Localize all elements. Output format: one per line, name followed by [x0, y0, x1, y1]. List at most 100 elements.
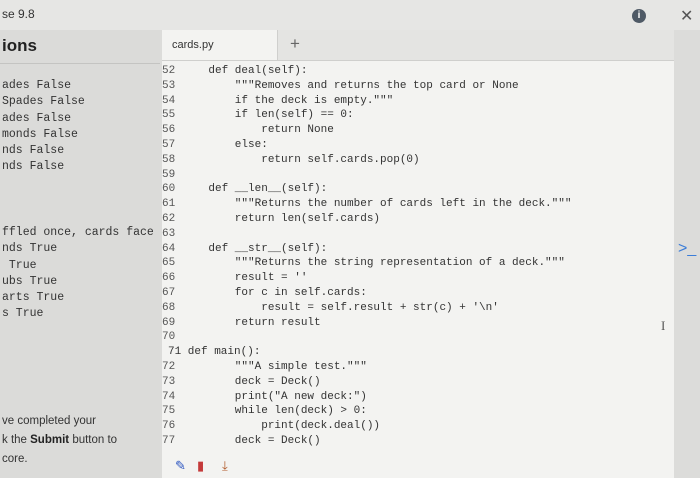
line-number: 61 — [162, 198, 176, 211]
instructions-text: button to — [69, 434, 118, 446]
list-item: Spades False — [2, 95, 85, 109]
line-text: deck = Deck() — [182, 375, 321, 388]
line-number: 69 — [162, 316, 176, 329]
line-number: 64 — [162, 242, 176, 255]
code-line[interactable]: 64 def __str__(self): — [162, 242, 327, 257]
line-text: def deal(self): — [182, 65, 308, 77]
code-line[interactable]: 77 deck = Deck() — [162, 434, 321, 449]
list-item: nds False — [2, 144, 65, 158]
line-number: 54 — [162, 94, 176, 107]
editor-toolbar — [162, 450, 674, 478]
code-line[interactable]: 76 print(deck.deal()) — [162, 419, 380, 434]
line-text: if len(self) == 0: — [182, 109, 354, 122]
download-icon[interactable]: ⤓ — [222, 458, 228, 474]
list-item: ffled once, cards face — [2, 226, 154, 239]
code-line[interactable]: 56 return None — [162, 123, 334, 138]
instructions-panel: ions ades False Spades False ades False … — [0, 30, 160, 478]
submit-instructions: ve completed your k the Submit button to… — [2, 412, 117, 469]
list-item: monds False — [2, 127, 78, 141]
code-line[interactable]: 61 """Returns the number of cards left i… — [162, 197, 571, 212]
line-number: 53 — [162, 79, 176, 92]
code-line[interactable]: 69 return result — [162, 316, 321, 331]
code-line[interactable]: 74 print("A new deck:") — [162, 390, 367, 405]
pencil-icon[interactable]: ✎ — [175, 458, 186, 474]
line-number: 62 — [162, 212, 176, 225]
line-number: 73 — [162, 375, 176, 388]
line-text: print(deck.deal()) — [182, 420, 381, 433]
line-number: 52 — [162, 65, 176, 77]
info-icon[interactable]: i — [632, 9, 646, 23]
tab-cards-py[interactable]: cards.py — [162, 30, 278, 60]
code-line[interactable]: 54 if the deck is empty.""" — [162, 94, 393, 109]
code-line[interactable]: 67 for c in self.cards: — [162, 286, 367, 301]
code-line[interactable]: 65 """Returns the string representation … — [162, 256, 565, 271]
top-bar: se 9.8 i ✕ — [0, 0, 700, 30]
list-item: ades False — [2, 111, 72, 125]
line-text: result = self.result + str(c) + '\n' — [182, 301, 499, 314]
output-list-1: ades False Spades False ades False monds… — [2, 78, 85, 176]
text-cursor-icon: I — [661, 318, 666, 333]
instructions-text: k the — [2, 434, 31, 446]
line-number: 77 — [162, 434, 176, 447]
close-icon[interactable]: ✕ — [680, 6, 693, 26]
line-text: def __str__(self): — [182, 242, 328, 255]
code-line[interactable]: 72 """A simple test.""" — [162, 360, 367, 375]
window-title: se 9.8 — [2, 7, 35, 21]
submit-keyword: Submit — [30, 434, 70, 446]
code-line[interactable]: 52 def deal(self): — [162, 64, 307, 79]
code-line[interactable]: 55 if len(self) == 0: — [162, 108, 354, 123]
line-text: return self.cards.pop(0) — [182, 153, 420, 166]
line-text: """Returns the string representation of … — [182, 257, 565, 270]
code-line[interactable]: 70 — [162, 330, 184, 345]
code-line[interactable]: 59 — [162, 168, 184, 183]
code-line[interactable]: 73 deck = Deck() — [162, 375, 321, 390]
panel-divider — [0, 63, 160, 64]
code-line[interactable]: 68 result = self.result + str(c) + '\n' — [162, 301, 499, 316]
code-lines[interactable]: 52 def deal(self): 53 """Removes and retu… — [162, 64, 571, 449]
line-text: result = '' — [182, 272, 308, 285]
list-item: s True — [2, 307, 44, 321]
line-number: 63 — [162, 227, 176, 240]
instructions-line: k the Submit button to — [2, 431, 117, 450]
code-line[interactable]: 57 else: — [162, 138, 268, 153]
line-text: """Returns the number of cards left in t… — [182, 198, 572, 211]
add-tab-button[interactable]: + — [290, 34, 300, 54]
terminal-expand-button[interactable]: >_ — [678, 240, 696, 258]
line-number: 58 — [162, 153, 176, 166]
line-text: if the deck is empty.""" — [182, 94, 394, 107]
line-number: 66 — [162, 272, 176, 285]
code-editor[interactable]: cards.py + 52 def deal(self): 53 """Remov… — [162, 30, 674, 478]
list-item: True — [2, 258, 37, 272]
line-text: """A simple test.""" — [182, 360, 367, 373]
trash-icon[interactable]: ▮ — [197, 458, 204, 474]
line-number: 75 — [162, 405, 176, 418]
instructions-line: ve completed your — [2, 415, 96, 427]
code-line[interactable]: 60 def __len__(self): — [162, 182, 327, 197]
line-number: 70 — [162, 331, 176, 344]
code-line[interactable]: 62 return len(self.cards) — [162, 212, 380, 227]
line-number: 56 — [162, 124, 176, 137]
code-line[interactable]: 53 """Removes and returns the top card o… — [162, 79, 519, 94]
line-text: for c in self.cards: — [182, 286, 367, 299]
line-number: 60 — [162, 183, 176, 196]
line-text: 71 def main(): — [168, 346, 261, 359]
code-line[interactable]: 63 — [162, 227, 184, 242]
line-text: return None — [182, 124, 334, 137]
code-line[interactable]: 71 def main(): — [162, 345, 260, 360]
code-line[interactable]: 58 return self.cards.pop(0) — [162, 153, 420, 168]
line-number: 55 — [162, 109, 176, 122]
list-item: arts True — [2, 291, 65, 305]
list-item: ades False — [2, 79, 72, 92]
code-line[interactable]: 75 while len(deck) > 0: — [162, 404, 367, 419]
line-text: print("A new deck:") — [182, 390, 367, 403]
line-text: while len(deck) > 0: — [182, 405, 367, 418]
line-number: 65 — [162, 257, 176, 270]
line-text: """Removes and returns the top card or N… — [182, 79, 519, 92]
instructions-line: core. — [2, 453, 28, 465]
line-text: else: — [182, 138, 268, 151]
line-number: 74 — [162, 390, 176, 403]
code-line[interactable]: 66 result = '' — [162, 271, 307, 286]
panel-heading: ions — [2, 36, 37, 55]
line-number: 67 — [162, 286, 176, 299]
tab-bar: cards.py + — [162, 30, 674, 61]
